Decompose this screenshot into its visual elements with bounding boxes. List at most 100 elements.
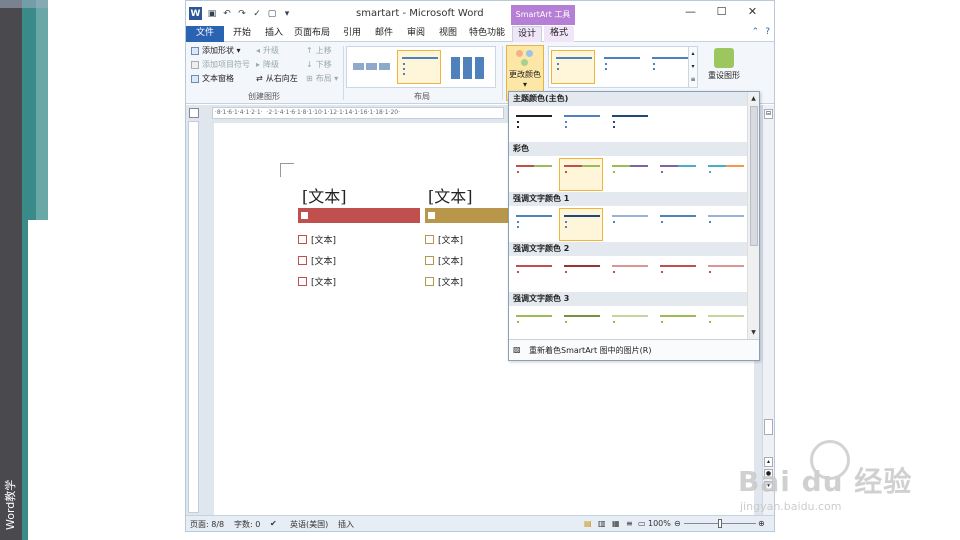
layout-thumb-2-selected[interactable] bbox=[397, 50, 441, 84]
color-swatch[interactable] bbox=[655, 158, 699, 191]
color-swatch[interactable] bbox=[703, 158, 747, 191]
smartart-item[interactable]: [文本] bbox=[425, 254, 463, 267]
style-thumb-2[interactable] bbox=[599, 50, 643, 84]
color-swatch[interactable] bbox=[511, 258, 555, 291]
vertical-ruler[interactable] bbox=[188, 121, 199, 513]
color-swatch[interactable] bbox=[607, 208, 651, 241]
help-icon[interactable]: ? bbox=[765, 27, 770, 37]
zoom-in-icon[interactable]: ⊕ bbox=[758, 519, 765, 528]
demote-button[interactable]: ▸ 降级 bbox=[256, 59, 279, 70]
scroll-down-icon[interactable]: ▼ bbox=[749, 328, 758, 337]
right-to-left-button[interactable]: ⇄ 从右向左 bbox=[256, 73, 298, 84]
color-swatch[interactable] bbox=[607, 108, 651, 141]
word-count[interactable]: 字数: 0 bbox=[234, 519, 260, 530]
color-swatch-selected[interactable] bbox=[559, 208, 603, 241]
color-swatch[interactable] bbox=[607, 158, 651, 191]
zoom-out-icon[interactable]: ⊖ bbox=[674, 519, 681, 528]
move-up-button[interactable]: ↑ 上移 bbox=[306, 45, 332, 56]
bullet-square-icon bbox=[298, 256, 307, 265]
customize-qat-icon[interactable]: ▾ bbox=[282, 9, 292, 19]
layout-thumb-3[interactable] bbox=[445, 50, 489, 84]
format-painter-icon[interactable]: ✓ bbox=[252, 9, 262, 19]
language[interactable]: 英语(美国) bbox=[290, 519, 328, 530]
color-swatch[interactable] bbox=[559, 108, 603, 141]
page-count[interactable]: 页面: 8/8 bbox=[190, 519, 224, 530]
new-document-icon[interactable]: ▢ bbox=[267, 9, 277, 19]
scroll-thumb[interactable] bbox=[764, 419, 773, 435]
full-screen-view-icon[interactable]: ▥ bbox=[598, 519, 606, 528]
smartart-item[interactable]: [文本] bbox=[298, 233, 336, 246]
reset-graphic-icon bbox=[714, 48, 734, 68]
recolor-pictures-item[interactable]: ▨ 重新着色SmartArt 图中的图片(R) bbox=[509, 339, 759, 360]
maximize-button[interactable]: ☐ bbox=[706, 5, 737, 18]
color-swatch[interactable] bbox=[559, 258, 603, 291]
tab-special-features[interactable]: 特色功能 bbox=[466, 26, 508, 42]
tab-design[interactable]: 设计 bbox=[512, 26, 542, 42]
style-thumb-3[interactable] bbox=[647, 50, 691, 84]
tab-mailings[interactable]: 邮件 bbox=[370, 26, 398, 42]
color-swatch[interactable] bbox=[607, 258, 651, 291]
outline-view-icon[interactable]: ≡ bbox=[626, 519, 633, 528]
color-swatch[interactable] bbox=[511, 108, 555, 141]
undo-icon[interactable]: ↶ bbox=[222, 9, 232, 19]
color-swatch[interactable] bbox=[511, 208, 555, 241]
gallery-scroll[interactable]: ▴ ▾ ≡ bbox=[688, 46, 698, 88]
scroll-up-icon[interactable]: ▲ bbox=[749, 94, 758, 103]
color-swatch[interactable] bbox=[703, 308, 747, 341]
smartart-bar-1[interactable] bbox=[298, 208, 420, 223]
word-logo-icon[interactable]: W bbox=[189, 7, 202, 20]
ruler-toggle-icon[interactable]: ⊟ bbox=[764, 109, 773, 119]
style-thumb-1-selected[interactable] bbox=[551, 50, 595, 84]
bullet-square-icon bbox=[298, 235, 307, 244]
smartart-item[interactable]: [文本] bbox=[298, 275, 336, 288]
layout-button[interactable]: ⊞ 布局 ▾ bbox=[306, 73, 338, 84]
smartart-heading-2[interactable]: [文本] bbox=[428, 183, 473, 207]
color-swatch[interactable] bbox=[655, 208, 699, 241]
tab-view[interactable]: 视图 bbox=[434, 26, 462, 42]
color-swatch[interactable] bbox=[607, 308, 651, 341]
add-shape-button[interactable]: 添加形状 ▾ bbox=[191, 45, 241, 56]
add-bullet-button[interactable]: 添加项目符号 bbox=[191, 59, 250, 70]
move-down-button[interactable]: ↓ 下移 bbox=[306, 59, 332, 70]
dropdown-scroll-thumb[interactable] bbox=[750, 106, 758, 246]
close-button[interactable]: ✕ bbox=[737, 5, 768, 18]
tab-insert[interactable]: 插入 bbox=[260, 26, 288, 42]
color-swatch[interactable] bbox=[559, 308, 603, 341]
layout-icon: ⊞ bbox=[306, 74, 313, 83]
save-icon[interactable]: ▣ bbox=[207, 9, 217, 19]
draft-view-icon[interactable]: ▭ bbox=[638, 519, 646, 528]
dropdown-scrollbar[interactable]: ▲ ▼ bbox=[747, 92, 759, 339]
layout-thumb-1[interactable] bbox=[349, 50, 393, 84]
color-swatch[interactable] bbox=[703, 208, 747, 241]
tab-selector[interactable] bbox=[189, 108, 199, 118]
tab-file[interactable]: 文件 bbox=[186, 26, 224, 42]
text-pane-button[interactable]: 文本窗格 bbox=[191, 73, 234, 84]
smartart-item[interactable]: [文本] bbox=[425, 233, 463, 246]
zoom-slider-knob[interactable] bbox=[718, 519, 722, 528]
web-layout-view-icon[interactable]: ▦ bbox=[612, 519, 620, 528]
promote-button[interactable]: ◂ 升级 bbox=[256, 45, 279, 56]
smartart-bar-2[interactable] bbox=[425, 208, 515, 223]
zoom-level[interactable]: 100% bbox=[648, 519, 671, 528]
color-swatch[interactable] bbox=[511, 308, 555, 341]
minimize-button[interactable]: — bbox=[675, 5, 706, 18]
insert-mode[interactable]: 插入 bbox=[338, 519, 354, 530]
minimize-ribbon-icon[interactable]: ⌃ bbox=[752, 27, 760, 37]
tab-review[interactable]: 审阅 bbox=[402, 26, 430, 42]
smartart-item[interactable]: [文本] bbox=[298, 254, 336, 267]
redo-icon[interactable]: ↷ bbox=[237, 9, 247, 19]
color-swatch[interactable] bbox=[703, 258, 747, 291]
proofing-icon[interactable]: ✔ bbox=[270, 519, 277, 528]
tab-home[interactable]: 开始 bbox=[228, 26, 256, 42]
tab-references[interactable]: 引用 bbox=[338, 26, 366, 42]
print-layout-view-icon[interactable]: ▤ bbox=[584, 519, 592, 528]
tab-format[interactable]: 格式 bbox=[544, 26, 574, 42]
smartart-item[interactable]: [文本] bbox=[425, 275, 463, 288]
color-swatch[interactable] bbox=[655, 308, 699, 341]
color-swatch-selected[interactable] bbox=[559, 158, 603, 191]
tab-page-layout[interactable]: 页面布局 bbox=[292, 26, 332, 42]
horizontal-ruler[interactable]: ·8·1·6·1·4·1·2·1· ·2·1·4·1·6·1·8·1·10·1·… bbox=[212, 107, 504, 119]
color-swatch[interactable] bbox=[511, 158, 555, 191]
smartart-heading-1[interactable]: [文本] bbox=[302, 183, 347, 207]
color-swatch[interactable] bbox=[655, 258, 699, 291]
